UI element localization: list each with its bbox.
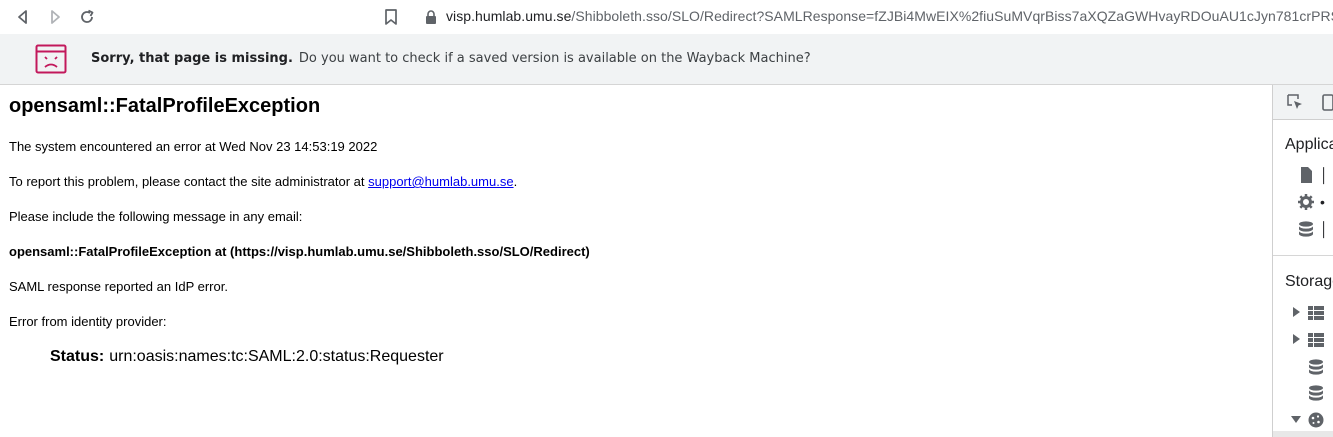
status-label: Status: — [50, 348, 105, 365]
idp-error-line: Error from identity provider: — [9, 314, 167, 329]
banner-message: Sorry, that page is missing. Do you want … — [91, 51, 811, 66]
address-bar[interactable]: visp.humlab.umu.se/Shibboleth.sso/SLO/Re… — [446, 8, 1333, 24]
application-section-label: Applica — [1285, 136, 1333, 153]
devtools-divider — [1273, 255, 1333, 256]
inspect-element-icon[interactable] — [1286, 93, 1304, 111]
bookmark-icon[interactable] — [383, 8, 399, 26]
devtools-scrollbar[interactable] — [1273, 431, 1333, 437]
banner-message-text: Do you want to check if a saved version … — [298, 51, 811, 66]
saml-response-line: SAML response reported an IdP error. — [9, 279, 228, 294]
browser-toolbar: visp.humlab.umu.se/Shibboleth.sso/SLO/Re… — [0, 0, 1333, 34]
devtools-panel: Applica │ • │ Storage — [1272, 85, 1333, 437]
sad-page-icon — [35, 44, 67, 74]
report-suffix: . — [513, 174, 518, 189]
page-content: opensaml::FatalProfileException The syst… — [0, 85, 1272, 437]
banner-bold-text: Sorry, that page is missing. — [91, 51, 293, 66]
expand-local-storage-arrow-icon[interactable] — [1293, 307, 1300, 317]
storage-section-label: Storage — [1285, 273, 1333, 290]
report-line: To report this problem, please contact t… — [9, 174, 517, 189]
status-line: Status: urn:oasis:names:tc:SAML:2.0:statu… — [50, 348, 444, 366]
url-host: visp.humlab.umu.se — [446, 8, 572, 24]
manifest-item-clipped: │ — [1320, 167, 1329, 183]
service-workers-item-clipped: • — [1320, 194, 1325, 210]
status-value: urn:oasis:names:tc:SAML:2.0:status:Reque… — [109, 348, 444, 365]
indexeddb-database-icon[interactable] — [1307, 358, 1325, 376]
session-storage-grid-icon[interactable] — [1307, 331, 1325, 349]
storage-item-clipped: │ — [1320, 221, 1329, 237]
local-storage-grid-icon[interactable] — [1307, 304, 1325, 322]
forward-arrow-icon — [51, 10, 60, 24]
exception-line: opensaml::FatalProfileException at (http… — [9, 244, 590, 259]
cookies-icon[interactable] — [1307, 411, 1325, 429]
collapse-cookies-arrow-icon[interactable] — [1291, 416, 1301, 423]
back-button[interactable] — [10, 4, 36, 30]
websql-database-icon[interactable] — [1307, 384, 1325, 402]
url-path: /Shibboleth.sso/SLO/Redirect?SAMLRespons… — [571, 8, 1333, 24]
forward-button[interactable] — [42, 4, 68, 30]
lock-icon[interactable] — [424, 9, 438, 25]
wayback-banner: Sorry, that page is missing. Do you want … — [0, 34, 1333, 85]
report-prefix: To report this problem, please contact t… — [9, 174, 369, 189]
reload-icon — [81, 9, 94, 23]
manifest-file-icon[interactable] — [1297, 166, 1315, 184]
service-workers-gear-icon[interactable] — [1297, 193, 1315, 211]
error-time-line: The system encountered an error at Wed N… — [9, 139, 378, 154]
page-title: opensaml::FatalProfileException — [9, 95, 321, 117]
devtools-toolbar — [1273, 85, 1333, 120]
back-arrow-icon — [18, 10, 27, 24]
expand-session-storage-arrow-icon[interactable] — [1293, 334, 1300, 344]
include-message-line: Please include the following message in … — [9, 209, 303, 224]
device-toggle-icon[interactable] — [1319, 93, 1333, 111]
support-email-link[interactable]: support@humlab.umu.se — [368, 174, 513, 189]
storage-database-icon[interactable] — [1297, 220, 1315, 238]
reload-button[interactable] — [74, 4, 100, 30]
